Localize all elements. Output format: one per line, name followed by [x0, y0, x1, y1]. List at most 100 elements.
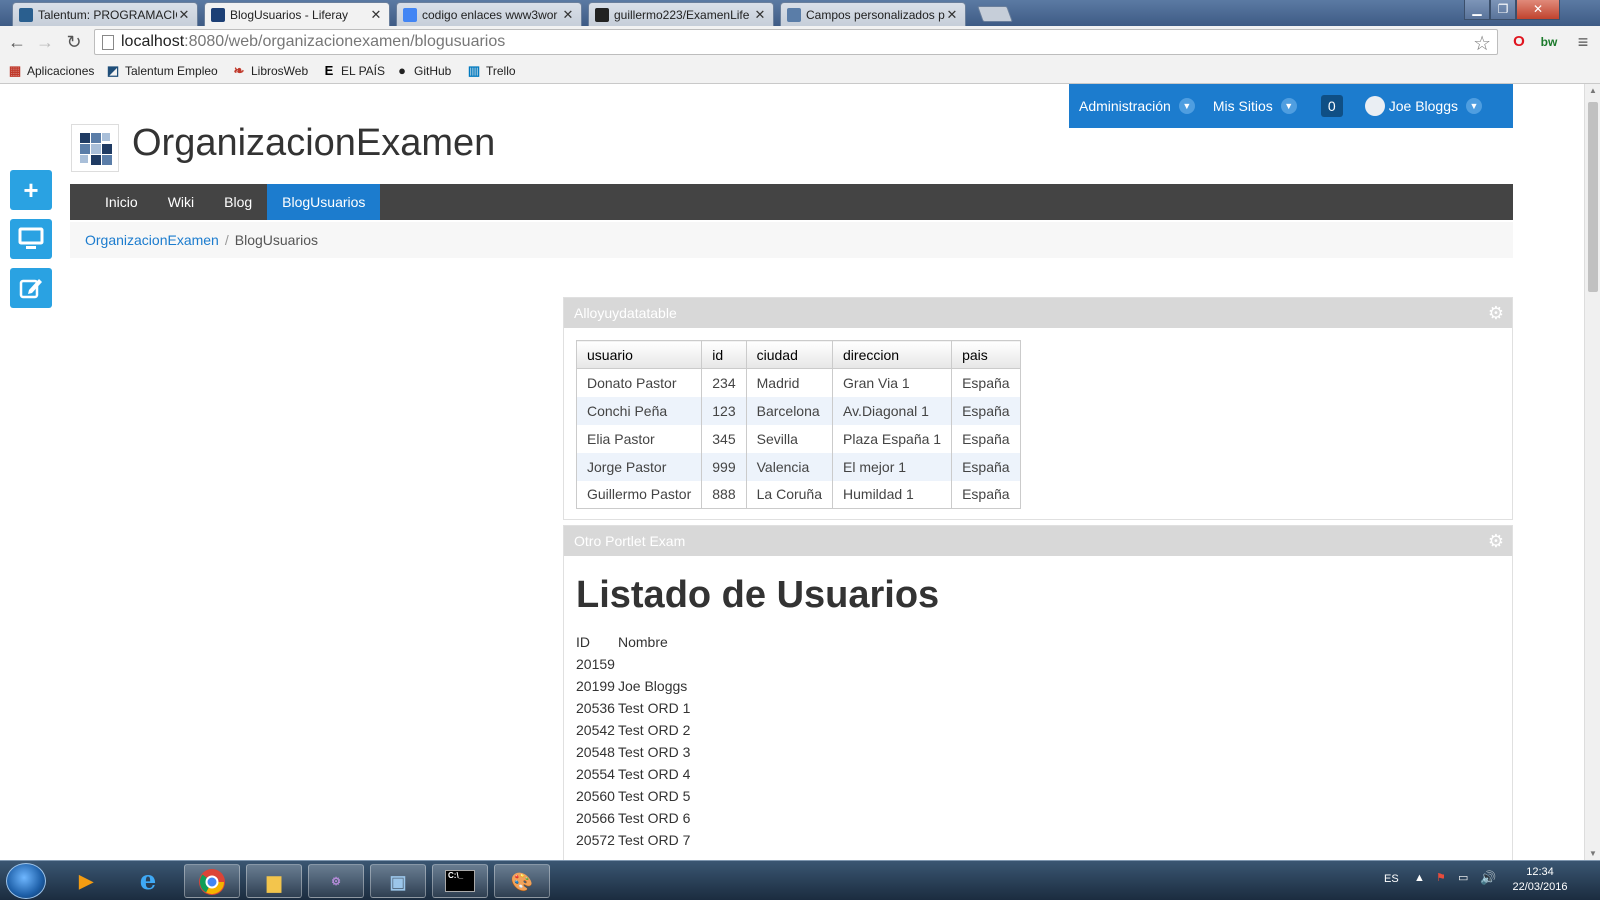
user-name: Joe Bloggs [1388, 98, 1459, 114]
site-logo[interactable] [71, 124, 119, 172]
tab-favicon-icon [403, 7, 417, 22]
table-row: Donato Pastor 234 Madrid Gran Via 1 España [576, 368, 1021, 397]
opera-extension-icon[interactable]: O [1508, 31, 1530, 53]
page-icon [102, 35, 114, 50]
list-item: 20554 Test ORD 4 [576, 763, 1500, 785]
close-tab-icon[interactable]: ✕ [753, 7, 767, 23]
breadcrumb-parent-link[interactable]: OrganizacionExamen [85, 232, 219, 248]
users-datatable: usuario id ciudad direccion pais Donato Past… [576, 340, 1021, 509]
github-icon: ● [398, 63, 406, 78]
scroll-up-icon[interactable]: ▲ [1588, 86, 1598, 95]
network-status-icon[interactable]: ⚑ [1436, 871, 1446, 884]
notification-badge[interactable]: 0 [1320, 95, 1343, 117]
new-tab-button[interactable] [977, 6, 1013, 22]
gear-icon[interactable]: ⚙ [1488, 526, 1504, 556]
column-header[interactable]: ciudad [746, 340, 834, 369]
column-header[interactable]: direccion [832, 340, 953, 369]
user-menu[interactable]: Joe Bloggs ▼ [1364, 96, 1483, 116]
tab-favicon-icon [19, 7, 33, 22]
volume-icon[interactable]: 🔊 [1480, 870, 1496, 886]
user-id: 20548 [576, 744, 615, 760]
nav-item-blogusuarios[interactable]: BlogUsuarios [267, 184, 381, 220]
paint-icon[interactable]: 🎨 [494, 864, 550, 898]
table-cell: La Coruña [746, 480, 834, 509]
list-item: 20536 Test ORD 1 [576, 697, 1500, 719]
user-id: 20560 [576, 788, 615, 804]
table-cell: Guillermo Pastor [576, 480, 703, 509]
column-header[interactable]: usuario [576, 340, 703, 369]
admin-menu[interactable]: Administración ▼ [1079, 98, 1195, 114]
user-id: 20536 [576, 700, 615, 716]
nav-item-wiki[interactable]: Wiki [153, 184, 209, 220]
table-cell: Humildad 1 [832, 480, 953, 509]
gear-icon[interactable]: ⚙ [1488, 298, 1504, 328]
bookmark-item[interactable]: ▦ Aplicaciones [8, 62, 95, 80]
browser-tab[interactable]: Campos personalizados p ✕ [780, 2, 966, 26]
image-viewer-icon[interactable]: ▣ [370, 864, 426, 898]
column-header[interactable]: id [701, 340, 747, 369]
user-list-portlet: Otro Portlet Exam ⚙ Listado de Usuarios … [563, 525, 1513, 860]
bookmark-item[interactable]: ▥ Trello [467, 62, 516, 80]
bookmark-item[interactable]: ● GitHub [395, 62, 451, 80]
nav-item-inicio[interactable]: Inicio [70, 184, 153, 220]
minimize-button[interactable]: ▁ [1464, 0, 1490, 20]
back-arrow-icon[interactable]: ← [6, 31, 28, 53]
bw-extension-icon[interactable]: bw [1538, 31, 1560, 53]
bookmark-item[interactable]: ❧ LibrosWeb [232, 62, 309, 80]
site-title[interactable]: OrganizacionExamen [132, 122, 495, 165]
list-item: 20560 Test ORD 5 [576, 785, 1500, 807]
system-clock[interactable]: 12:34 22/03/2016 [1500, 865, 1580, 895]
close-tab-icon[interactable]: ✕ [945, 7, 959, 23]
tab-label: BlogUsuarios - Liferay [230, 7, 349, 22]
edit-icon[interactable] [10, 268, 52, 308]
browser-tab[interactable]: Talentum: PROGRAMACIÓ ✕ [12, 2, 198, 26]
language-indicator[interactable]: ES [1384, 873, 1399, 885]
forward-arrow-icon[interactable]: → [34, 31, 56, 53]
show-hidden-icons-icon[interactable]: ▲ [1414, 872, 1425, 884]
user-name: Test ORD 1 [618, 700, 691, 716]
close-tab-icon[interactable]: ✕ [561, 7, 575, 23]
scrollbar-thumb[interactable] [1588, 102, 1598, 292]
media-player-icon[interactable]: ▶ [58, 864, 114, 898]
chrome-icon[interactable] [184, 864, 240, 898]
bookmark-label: EL PAÍS [341, 64, 386, 78]
dockbar: Administración ▼ Mis Sitios ▼ 0 Joe Blog… [1069, 84, 1513, 128]
bookmark-item[interactable]: ◩ Talentum Empleo [106, 62, 218, 80]
command-prompt-icon[interactable]: C:\_ [432, 864, 488, 898]
user-name: Test ORD 5 [618, 788, 691, 804]
reload-icon[interactable]: ↻ [63, 31, 85, 53]
internet-explorer-icon[interactable]: e [120, 864, 176, 898]
table-cell: Av.Diagonal 1 [832, 396, 953, 425]
url-text[interactable]: localhost:8080/web/organizacionexamen/bl… [121, 33, 505, 51]
windows-start-button[interactable] [6, 863, 46, 899]
table-cell: 888 [701, 480, 747, 509]
close-tab-icon[interactable]: ✕ [177, 7, 191, 23]
nav-item-blog[interactable]: Blog [209, 184, 267, 220]
file-explorer-icon[interactable]: ▆ [246, 864, 302, 898]
user-name: Test ORD 2 [618, 722, 691, 738]
add-icon[interactable]: + [10, 170, 52, 210]
address-bar[interactable]: localhost:8080/web/organizacionexamen/bl… [94, 29, 1498, 55]
close-window-button[interactable]: ✕ [1516, 0, 1560, 20]
action-center-icon[interactable]: ▭ [1458, 871, 1468, 884]
browser-tab[interactable]: codigo enlaces www3wor ✕ [396, 2, 582, 26]
bookmark-item[interactable]: E EL PAÍS [322, 62, 385, 80]
windows-taskbar: ▶ e ▆ ⚙ ▣ C:\_ 🎨 ES ▲ ⚑ ▭ 🔊 12:34 22/03/… [0, 860, 1600, 900]
maximize-button[interactable]: ❐ [1490, 0, 1516, 20]
menu-icon[interactable]: ≡ [1572, 31, 1594, 53]
table-cell: España [951, 452, 1021, 481]
table-cell: España [951, 368, 1021, 397]
browser-tab[interactable]: BlogUsuarios - Liferay ✕ [204, 2, 390, 26]
my-sites-menu[interactable]: Mis Sitios ▼ [1213, 98, 1297, 114]
list-item: 20199 Joe Bloggs [576, 675, 1500, 697]
column-header[interactable]: pais [951, 340, 1021, 369]
eclipse-java-ee-icon[interactable]: ⚙ [308, 864, 364, 898]
scroll-down-icon[interactable]: ▼ [1588, 849, 1598, 858]
browser-tab-strip: Talentum: PROGRAMACIÓ ✕ BlogUsuarios - Lif… [0, 0, 1600, 26]
close-tab-icon[interactable]: ✕ [369, 7, 383, 23]
bookmark-label: LibrosWeb [251, 64, 309, 78]
page-scrollbar[interactable]: ▲ ▼ [1584, 84, 1600, 860]
bookmark-star-icon[interactable]: ☆ [1473, 31, 1491, 56]
preview-monitor-icon[interactable] [10, 219, 52, 259]
browser-tab[interactable]: guillermo223/ExamenLife ✕ [588, 2, 774, 26]
